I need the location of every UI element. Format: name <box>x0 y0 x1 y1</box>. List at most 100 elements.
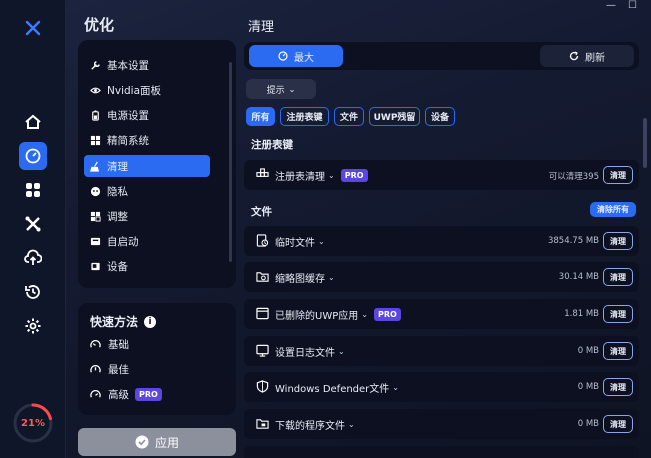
menu-item-label: Nvidia面板 <box>107 84 162 97</box>
clean-button[interactable]: 清理 <box>603 342 633 360</box>
menu-item-clean[interactable]: 清理 <box>84 155 210 177</box>
filter-files[interactable]: 文件 <box>334 107 364 126</box>
menu-item-startup[interactable]: 自启动 <box>84 230 210 252</box>
chevron-down-icon: ⌄ <box>318 237 325 246</box>
clean-mode-bar: 最大 刷新 <box>244 42 639 70</box>
files-section-title: 文件 <box>251 206 272 218</box>
menu-item-label: 精简系统 <box>107 134 149 147</box>
file-row-setup-logs: 设置日志文件 ⌄ 0 MB 清理 <box>244 336 639 366</box>
row-label[interactable]: 缩略图缓存 ⌄ <box>275 270 335 285</box>
clean-button[interactable]: 清理 <box>603 415 633 433</box>
score-text: 21% <box>21 417 45 429</box>
page-title: 清理 <box>248 20 275 35</box>
refresh-label: 刷新 <box>585 52 605 64</box>
quick-best[interactable]: 最佳 <box>90 362 129 377</box>
hint-dropdown[interactable]: 提示 ⌄ <box>246 79 316 99</box>
chevron-down-icon: ⌄ <box>288 84 296 94</box>
filter-uwp[interactable]: UWP残留 <box>369 107 420 126</box>
menu-item-privacy[interactable]: 隐私 <box>84 180 210 202</box>
quick-advanced[interactable]: 高级 PRO <box>90 387 162 402</box>
windows-icon <box>90 135 101 145</box>
thumbnail-cache-icon <box>256 272 269 282</box>
quick-methods-title: 快速方法 i <box>90 313 157 330</box>
sliders-icon <box>90 211 101 222</box>
pro-badge: PRO <box>135 388 162 401</box>
info-icon[interactable]: i <box>144 315 157 328</box>
menu-item-adjust[interactable]: 调整 <box>84 205 210 227</box>
row-label-text: 下载的程序文件 <box>275 421 345 432</box>
window-app-icon <box>256 307 269 320</box>
optimization-score-gauge: 21% <box>12 402 54 444</box>
row-size: 30.14 MB <box>558 272 599 282</box>
file-row-downloaded-programs: 下载的程序文件 ⌄ 0 MB 清理 <box>244 409 639 439</box>
clear-all-button[interactable]: 清除所有 <box>590 202 636 217</box>
row-label-text: 注册表清理 <box>275 172 325 183</box>
row-label[interactable]: 注册表清理 ⌄ PRO <box>275 168 368 183</box>
menu-item-power-settings[interactable]: 电源设置 <box>84 104 210 126</box>
row-label-text: 缩略图缓存 <box>275 274 325 285</box>
menu-item-device[interactable]: 设备 <box>84 255 210 277</box>
chevron-down-icon: ⌄ <box>328 171 335 180</box>
file-row-partial <box>244 446 639 458</box>
chevron-down-icon: ⌄ <box>392 383 399 392</box>
nav-rail: 21% <box>0 0 66 458</box>
quick-basic[interactable]: 基础 <box>90 337 129 352</box>
row-label[interactable]: Windows Defender文件 ⌄ <box>275 380 399 395</box>
program-files-icon <box>256 419 269 429</box>
row-label-text: Windows Defender文件 <box>275 384 390 395</box>
nvidia-icon <box>90 87 101 93</box>
row-label[interactable]: 下载的程序文件 ⌄ <box>275 417 355 432</box>
row-size: 3854.75 MB <box>547 236 599 246</box>
menu-item-basic-settings[interactable]: 基本设置 <box>84 54 210 76</box>
row-label[interactable]: 设置日志文件 ⌄ <box>275 344 345 359</box>
clean-button[interactable]: 清理 <box>603 166 633 184</box>
gauge-icon[interactable] <box>19 142 47 170</box>
speed-high-icon <box>90 390 101 398</box>
gear-icon[interactable] <box>19 312 47 340</box>
pro-badge: PRO <box>340 169 368 182</box>
menu-item-slim-system[interactable]: 精简系统 <box>84 129 210 151</box>
filter-device[interactable]: 设备 <box>425 107 455 126</box>
row-size: 可以清理395 <box>548 172 599 182</box>
grid-icon[interactable] <box>19 176 47 204</box>
filter-all[interactable]: 所有 <box>246 107 275 126</box>
row-label-text: 已删除的UWP应用 <box>275 311 359 322</box>
max-mode-button[interactable]: 最大 <box>249 45 343 67</box>
menu-item-label: 电源设置 <box>107 109 149 122</box>
gauge-small-icon <box>278 51 288 61</box>
apply-button[interactable]: 应用 <box>78 428 236 456</box>
content-scrollbar[interactable] <box>643 118 647 168</box>
clean-button[interactable]: 清理 <box>603 268 633 286</box>
filter-registry[interactable]: 注册表键 <box>280 107 329 126</box>
maximize-icon[interactable]: ☐ <box>628 0 637 12</box>
temp-files-icon <box>256 234 269 247</box>
row-label[interactable]: 已删除的UWP应用 ⌄ PRO <box>275 307 401 322</box>
minimize-icon[interactable]: — <box>606 0 616 12</box>
file-row-thumbnail: 缩略图缓存 ⌄ 30.14 MB 清理 <box>244 262 639 292</box>
row-label[interactable]: 临时文件 ⌄ <box>275 234 325 249</box>
registry-row: 注册表清理 ⌄ PRO 可以清理395 清理 <box>244 160 639 190</box>
refresh-icon <box>569 51 579 61</box>
privacy-icon <box>90 186 101 196</box>
history-icon[interactable] <box>19 278 47 306</box>
clean-button[interactable]: 清理 <box>603 378 633 396</box>
device-icon <box>91 262 100 270</box>
pro-badge: PRO <box>373 308 401 321</box>
menu-item-label: 清理 <box>107 160 128 173</box>
speed-low-icon <box>90 340 101 348</box>
shield-icon <box>256 380 269 393</box>
menu-item-nvidia-panel[interactable]: Nvidia面板 <box>84 79 210 101</box>
home-icon[interactable] <box>19 108 47 136</box>
row-size: 0 MB <box>577 382 599 392</box>
clean-button[interactable]: 清理 <box>603 305 633 323</box>
tools-icon[interactable] <box>19 210 47 238</box>
startup-icon <box>90 237 101 245</box>
check-circle-icon <box>135 435 149 449</box>
cloud-upload-icon[interactable] <box>19 244 47 272</box>
refresh-button[interactable]: 刷新 <box>540 45 634 67</box>
row-size: 0 MB <box>577 419 599 429</box>
clean-button[interactable]: 清理 <box>603 232 633 250</box>
menu-scrollbar[interactable] <box>229 62 232 262</box>
chevron-down-icon: ⌄ <box>361 310 368 319</box>
file-row-uwp: 已删除的UWP应用 ⌄ PRO 1.81 MB 清理 <box>244 299 639 329</box>
